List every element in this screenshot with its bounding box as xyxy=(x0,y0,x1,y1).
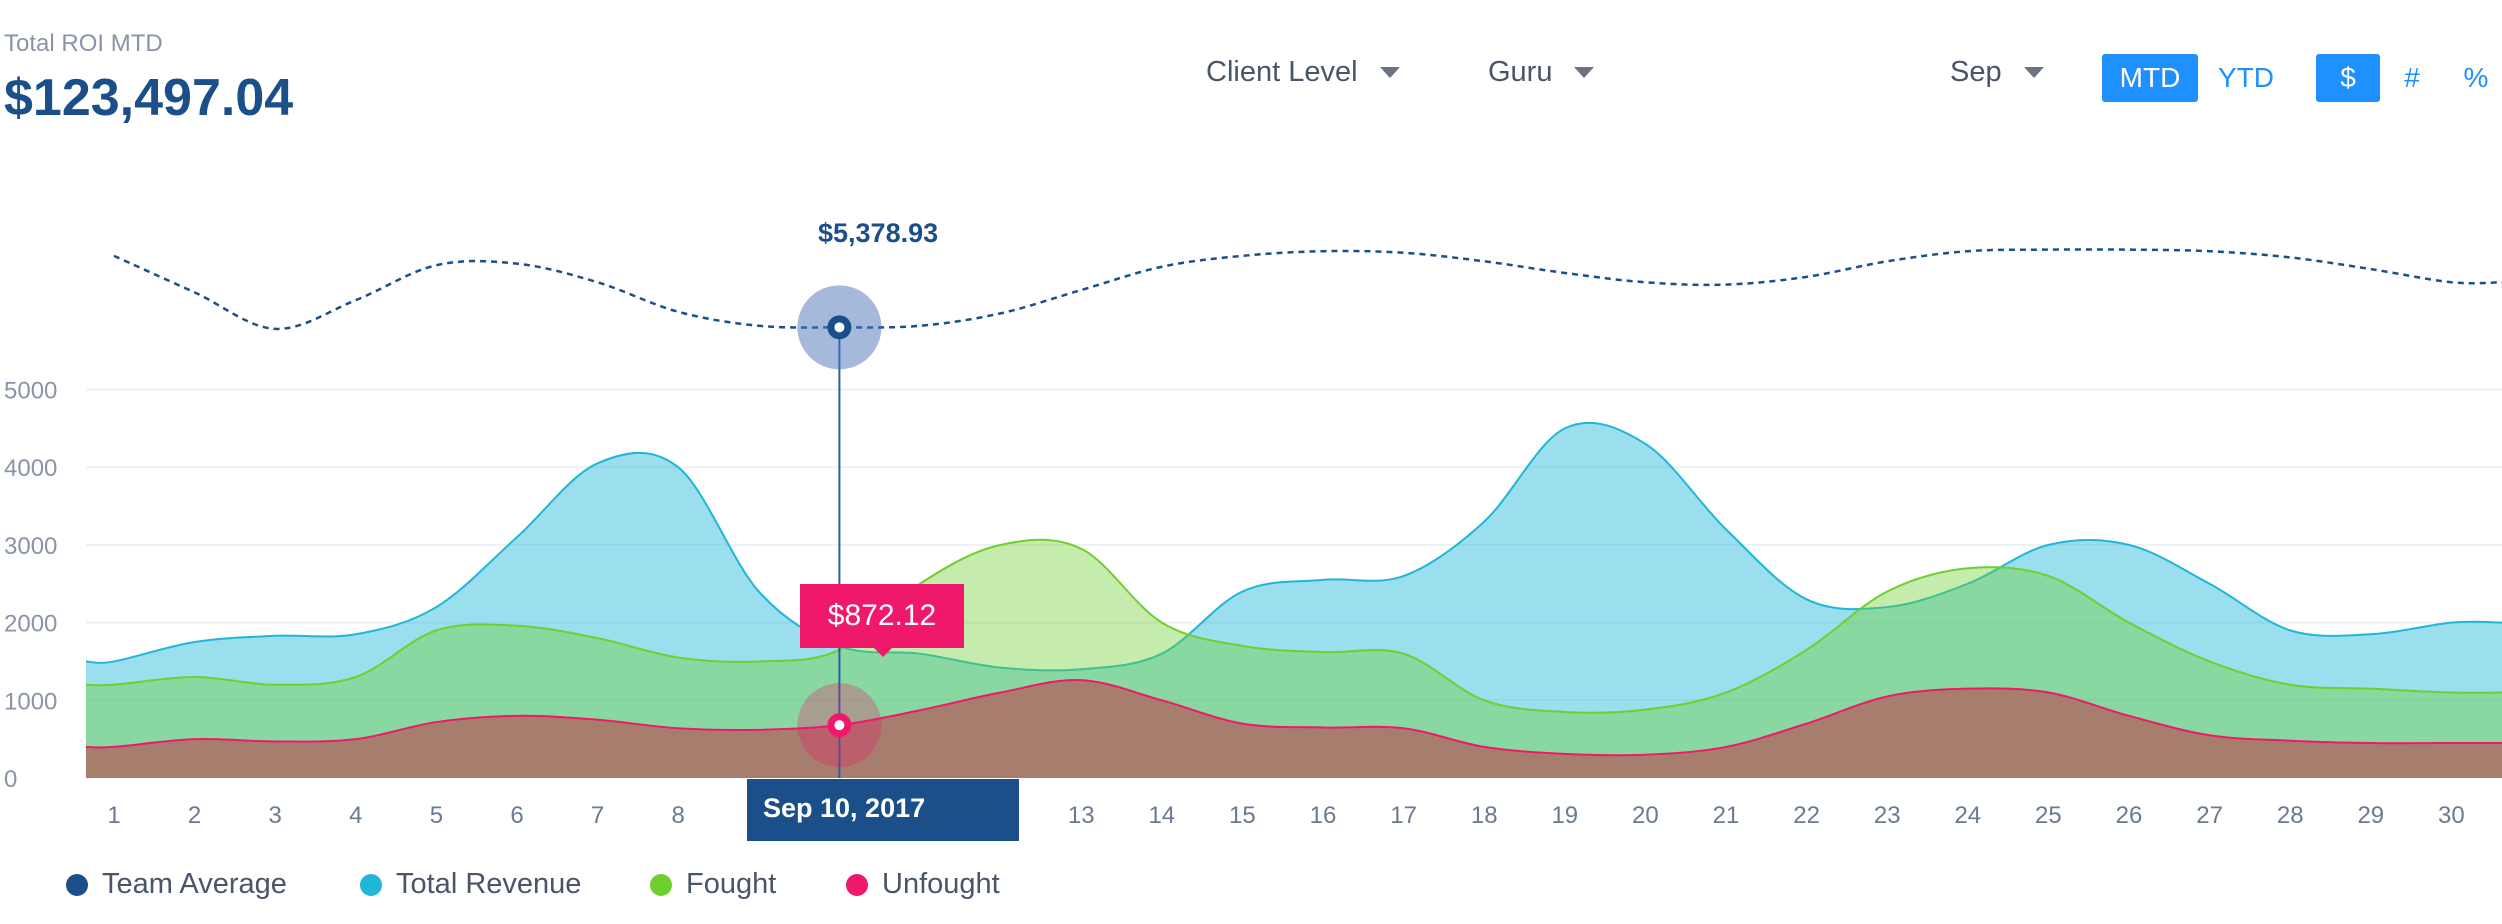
x-tick-label: 20 xyxy=(1632,802,1659,829)
y-tick-label: 4000 xyxy=(4,455,57,482)
legend-label: Total Revenue xyxy=(396,868,582,900)
x-tick-label: 23 xyxy=(1874,802,1901,829)
legend-total-revenue[interactable]: Total Revenue xyxy=(360,868,581,901)
x-tick-label: 24 xyxy=(1954,802,1981,829)
x-tick-label: 26 xyxy=(2116,802,2143,829)
legend-fought[interactable]: Fought xyxy=(650,868,776,901)
x-tick-label: 25 xyxy=(2035,802,2062,829)
x-tick-label: 4 xyxy=(349,802,362,829)
x-tick-label: 3 xyxy=(269,802,282,829)
unfought-tooltip-value: $872.12 xyxy=(800,584,964,648)
x-tick-label: 2 xyxy=(188,802,201,829)
x-tick-label: 30 xyxy=(2438,802,2465,829)
x-tick-label: 7 xyxy=(591,802,604,829)
team-average-dot-icon xyxy=(66,873,88,896)
series-team-average-line xyxy=(113,248,2502,331)
unfought-hover-point-center xyxy=(834,720,845,731)
team-average-tooltip-value: $5,378.93 xyxy=(818,218,939,248)
x-tick-label: 19 xyxy=(1551,802,1578,829)
x-tick-label: 27 xyxy=(2196,802,2223,829)
y-tick-label: 3000 xyxy=(4,533,57,560)
x-tick-label: 13 xyxy=(1068,802,1095,829)
legend-unfought[interactable]: Unfought xyxy=(846,868,1000,901)
x-tick-label: 28 xyxy=(2277,802,2304,829)
x-tick-label: 14 xyxy=(1148,802,1175,829)
y-tick-label: 5000 xyxy=(4,378,57,405)
legend-team-average[interactable]: Team Average xyxy=(66,868,287,901)
x-tick-label: 1 xyxy=(107,802,120,829)
x-tick-label: 22 xyxy=(1793,802,1820,829)
x-tick-label: 6 xyxy=(510,802,523,829)
x-tick-label: 17 xyxy=(1390,802,1417,829)
y-tick-label: 1000 xyxy=(4,688,57,715)
fought-dot-icon xyxy=(650,873,672,896)
tooltip-arrow xyxy=(874,648,892,657)
legend-label: Unfought xyxy=(882,868,1000,900)
x-tick-label: 18 xyxy=(1471,802,1498,829)
x-tick-label: 16 xyxy=(1310,802,1337,829)
x-tick-label: 15 xyxy=(1229,802,1256,829)
y-tick-label: 2000 xyxy=(4,611,57,638)
tooltip-date: Sep 10, 2017 xyxy=(747,779,1019,841)
unfought-dot-icon xyxy=(846,873,868,896)
y-tick-label: 0 xyxy=(4,766,17,793)
x-tick-label: 5 xyxy=(430,802,443,829)
legend-label: Team Average xyxy=(102,868,287,900)
legend-label: Fought xyxy=(686,868,777,900)
team-average-hover-point-center xyxy=(834,322,845,333)
total-revenue-dot-icon xyxy=(360,873,382,896)
x-tick-label: 21 xyxy=(1713,802,1740,829)
x-tick-label: 8 xyxy=(672,802,685,829)
roi-area-chart: 0100020003000400050001234567891011121314… xyxy=(4,248,2502,829)
x-tick-label: 29 xyxy=(2357,802,2384,829)
